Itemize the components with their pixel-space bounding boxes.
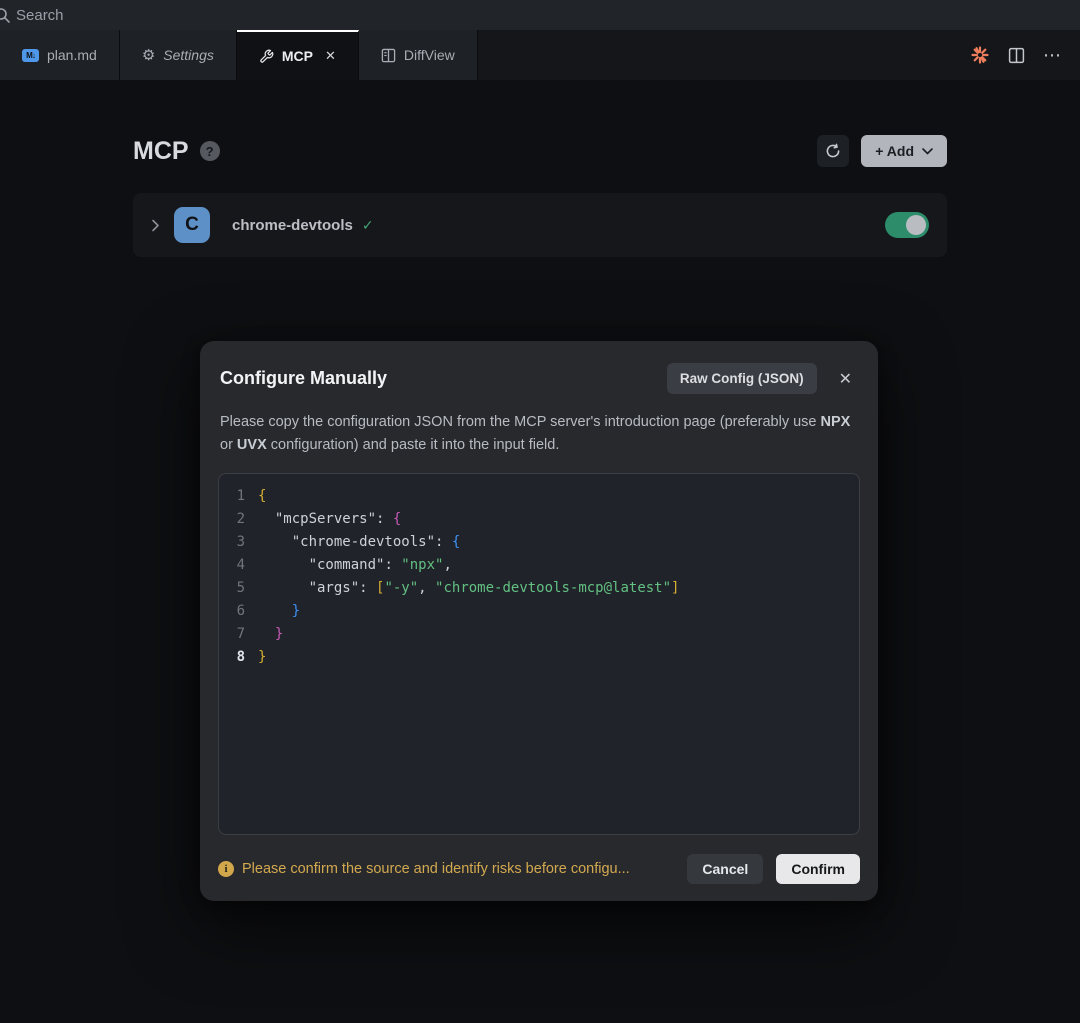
dialog-description: Please copy the configuration JSON from … <box>220 411 858 457</box>
confirm-button[interactable]: Confirm <box>776 854 860 884</box>
dialog-footer: i Please confirm the source and identify… <box>218 854 860 884</box>
mcp-settings-page: MCP ? + Add <box>133 133 947 257</box>
editor-tab-bar: M↓ plan.md ⚙ Settings MCP ✕ <box>0 30 1080 80</box>
dialog-close-icon[interactable]: ✕ <box>839 369 852 389</box>
code-lines: 1{2 "mcpServers": {3 "chrome-devtools": … <box>229 485 849 669</box>
tab-bar-spacer <box>478 30 952 80</box>
window-actions: ⋯ <box>952 30 1080 80</box>
refresh-icon <box>825 143 841 159</box>
raw-config-json-button[interactable]: Raw Config (JSON) <box>667 363 817 394</box>
refresh-button[interactable] <box>817 135 849 167</box>
server-avatar: C <box>174 207 210 243</box>
split-editor-icon[interactable] <box>1008 47 1025 64</box>
top-search-bar[interactable]: Search <box>0 0 1080 30</box>
tab-close-icon[interactable]: ✕ <box>325 48 336 64</box>
chevron-right-icon[interactable] <box>151 219 160 232</box>
search-placeholder: Search <box>16 7 64 24</box>
dialog-title: Configure Manually <box>220 368 387 389</box>
toggle-knob <box>906 215 926 235</box>
gear-icon: ⚙ <box>142 48 155 63</box>
page-header: MCP ? + Add <box>133 133 947 169</box>
server-connected-check-icon: ✓ <box>362 217 374 234</box>
wrench-icon <box>259 49 274 64</box>
search-icon <box>0 6 11 24</box>
cancel-button[interactable]: Cancel <box>687 854 763 884</box>
risk-warning: i Please confirm the source and identify… <box>218 861 630 877</box>
ai-starburst-icon[interactable] <box>970 45 990 65</box>
server-row-chrome-devtools[interactable]: C chrome-devtools ✓ <box>133 193 947 257</box>
help-icon[interactable]: ? <box>200 141 220 161</box>
server-name: chrome-devtools <box>232 217 353 234</box>
tab-settings[interactable]: ⚙ Settings <box>120 30 237 80</box>
diff-icon <box>381 48 396 63</box>
json-config-editor[interactable]: 1{2 "mcpServers": {3 "chrome-devtools": … <box>218 473 860 835</box>
tab-mcp[interactable]: MCP ✕ <box>237 30 359 80</box>
risk-warning-text: Please confirm the source and identify r… <box>242 861 630 877</box>
more-actions-icon[interactable]: ⋯ <box>1043 45 1062 66</box>
tab-plan-md[interactable]: M↓ plan.md <box>0 30 120 80</box>
tab-diffview[interactable]: DiffView <box>359 30 478 80</box>
add-server-button[interactable]: + Add <box>861 135 947 167</box>
app-window: Search M↓ plan.md ⚙ Settings MCP ✕ <box>0 0 1080 257</box>
dialog-header: Configure Manually Raw Config (JSON) ✕ <box>200 341 878 394</box>
markdown-icon: M↓ <box>22 49 39 62</box>
page-title: MCP <box>133 137 189 166</box>
server-enabled-toggle[interactable] <box>885 212 929 238</box>
chevron-down-icon <box>922 148 933 155</box>
info-icon: i <box>218 861 234 877</box>
configure-manually-dialog: Configure Manually Raw Config (JSON) ✕ P… <box>200 341 878 901</box>
